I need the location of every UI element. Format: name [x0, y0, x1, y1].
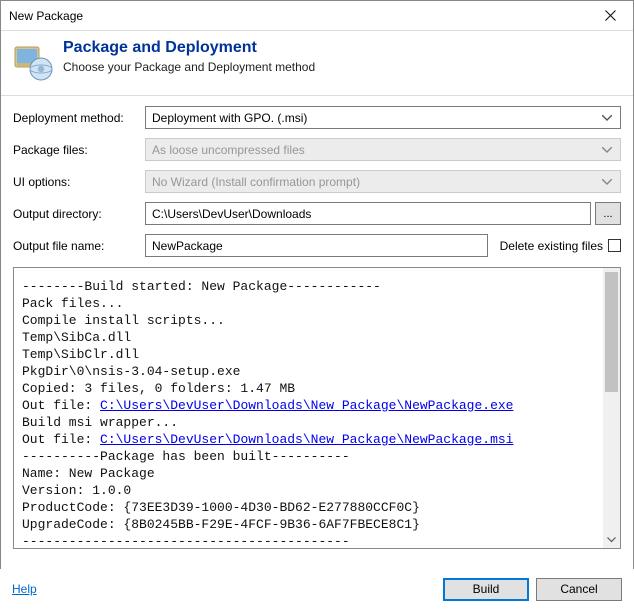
output-directory-input[interactable] — [145, 202, 591, 225]
form: Deployment method: Deployment with GPO. … — [1, 96, 633, 257]
output-directory-label: Output directory: — [13, 207, 145, 221]
header-title: Package and Deployment — [63, 39, 315, 57]
delete-existing-label: Delete existing files — [500, 239, 603, 253]
package-files-select: As loose uncompressed files — [145, 138, 621, 161]
deployment-method-label: Deployment method: — [13, 111, 145, 125]
build-log: --------Build started: New Package------… — [13, 267, 621, 549]
output-filename-input[interactable] — [145, 234, 488, 257]
close-icon — [605, 10, 616, 21]
ui-options-select: No Wizard (Install confirmation prompt) — [145, 170, 621, 193]
chevron-down-icon[interactable] — [603, 531, 620, 548]
scrollbar[interactable] — [603, 268, 620, 548]
build-button[interactable]: Build — [443, 578, 529, 601]
out-msi-link[interactable]: C:\Users\DevUser\Downloads\New Package\N… — [100, 432, 513, 447]
help-link[interactable]: Help — [12, 582, 37, 596]
header-subtitle: Choose your Package and Deployment metho… — [63, 60, 315, 74]
package-files-label: Package files: — [13, 143, 145, 157]
checkbox-icon — [608, 239, 621, 252]
delete-existing-checkbox[interactable]: Delete existing files — [500, 239, 621, 253]
titlebar: New Package — [1, 1, 633, 31]
cancel-button[interactable]: Cancel — [536, 578, 622, 601]
package-icon — [13, 41, 53, 81]
header: Package and Deployment Choose your Packa… — [1, 31, 633, 96]
output-filename-label: Output file name: — [13, 239, 145, 253]
footer: Help Build Cancel — [0, 569, 634, 609]
close-button[interactable] — [588, 1, 633, 30]
ui-options-label: UI options: — [13, 175, 145, 189]
scroll-thumb[interactable] — [605, 272, 618, 392]
out-exe-link[interactable]: C:\Users\DevUser\Downloads\New Package\N… — [100, 398, 513, 413]
build-log-content[interactable]: --------Build started: New Package------… — [14, 268, 620, 548]
deployment-method-select[interactable]: Deployment with GPO. (.msi) — [145, 106, 621, 129]
window-title: New Package — [9, 9, 588, 23]
browse-button[interactable]: ... — [595, 202, 621, 225]
header-text: Package and Deployment Choose your Packa… — [63, 39, 315, 74]
